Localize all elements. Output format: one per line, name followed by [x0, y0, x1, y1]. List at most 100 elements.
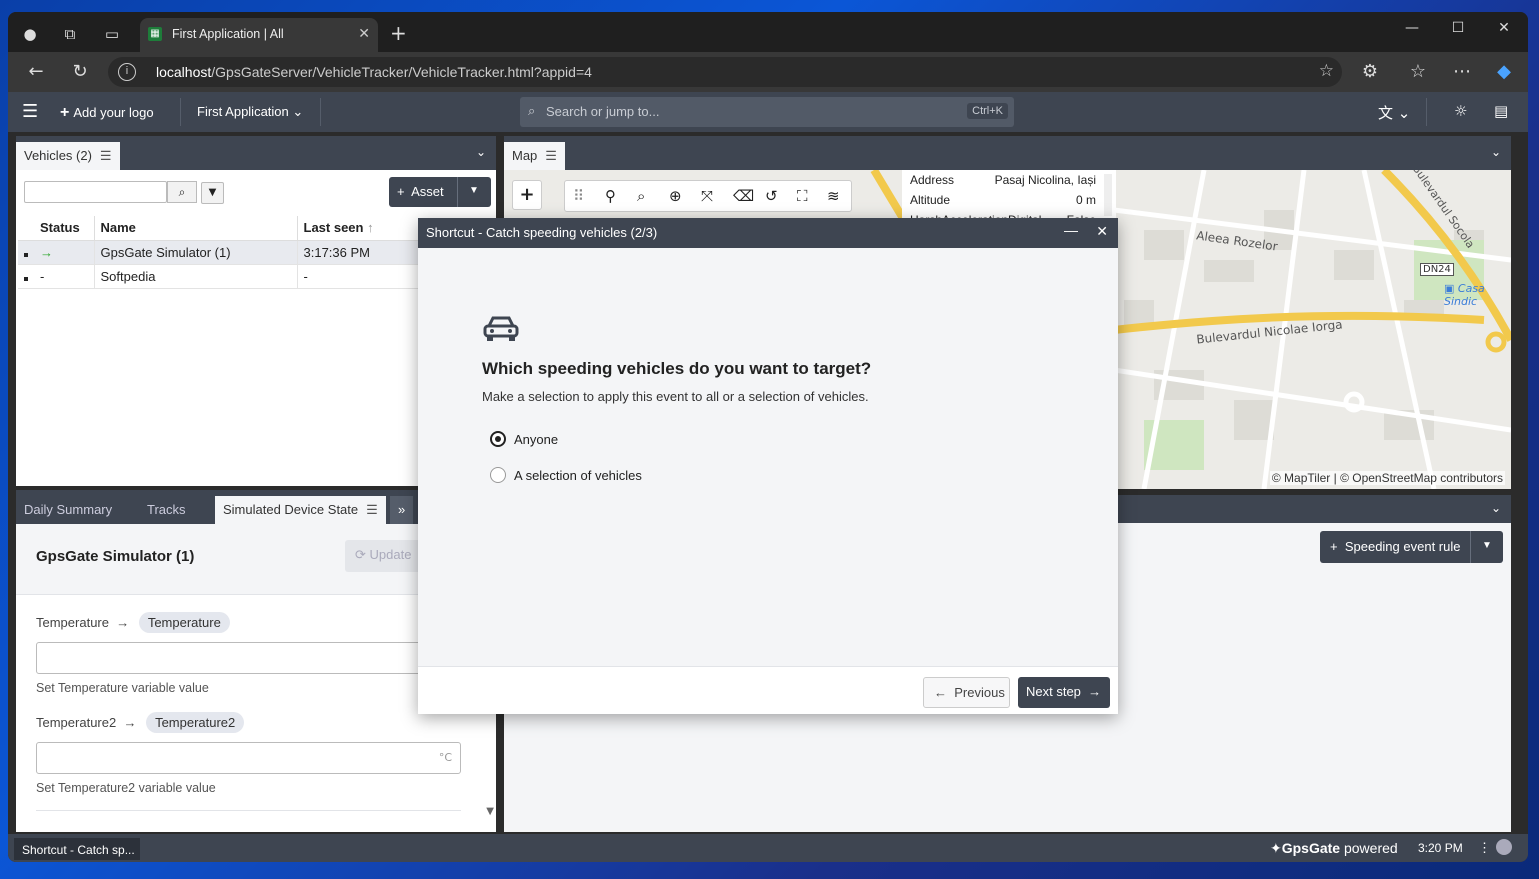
lightbulb-icon[interactable]: ☼ [1454, 102, 1467, 120]
panel-chevron-icon[interactable]: ⌄ [476, 145, 486, 159]
workspaces-icon[interactable]: ⧉ [58, 22, 82, 46]
radio-label[interactable]: A selection of vehicles [514, 468, 642, 483]
table-row[interactable]: - Softpedia - [18, 264, 437, 289]
dialog-title: Shortcut - Catch speeding vehicles (2/3) [426, 225, 658, 240]
map-pin-icon[interactable]: ⚲ [605, 187, 616, 205]
fullscreen-icon[interactable]: ⛶ [797, 187, 808, 205]
add-logo-button[interactable]: + Add your logo [60, 104, 154, 122]
copilot-icon[interactable]: ◆ [1492, 60, 1516, 84]
close-tab-icon[interactable]: ✕ [358, 25, 370, 42]
radio-selection-of-vehicles[interactable] [490, 467, 506, 483]
field-help: Set Temperature2 variable value [36, 781, 216, 795]
search-icon[interactable]: ⌕ [637, 187, 645, 205]
panel-chevron-icon[interactable]: ⌄ [1491, 145, 1501, 159]
url-text: localhost/GpsGateServer/VehicleTracker/V… [156, 64, 592, 80]
variable-chip: Temperature2 [146, 712, 245, 733]
dialog-header[interactable]: Shortcut - Catch speeding vehicles (2/3)… [418, 218, 1118, 248]
fit-extent-icon[interactable]: ⤧ [701, 187, 713, 205]
caret-down-icon[interactable]: ▼ [469, 185, 479, 196]
new-tab-icon[interactable]: + [390, 22, 407, 44]
site-info-icon[interactable]: i [118, 63, 136, 81]
next-step-button[interactable]: Next step → [1018, 677, 1110, 708]
more-tabs-icon[interactable]: » [390, 496, 414, 524]
add-asset-button[interactable]: + Asset ▼ [389, 177, 491, 207]
tab-daily-summary[interactable]: Daily Summary [16, 496, 120, 524]
status-bar: Shortcut - Catch sp... ✦GpsGate powered … [8, 834, 1528, 862]
maximize-icon[interactable]: ☐ [1446, 20, 1470, 36]
radio-anyone[interactable] [490, 431, 506, 447]
more-vertical-icon[interactable]: ⋮ [1478, 840, 1491, 856]
language-icon[interactable]: 文 ⌄ [1378, 102, 1410, 123]
avatar[interactable] [1496, 839, 1512, 855]
hamburger-icon[interactable]: ☰ [545, 148, 557, 163]
extensions-icon[interactable]: ⚙ [1358, 60, 1382, 84]
more-icon[interactable]: ⋯ [1450, 60, 1474, 84]
close-icon[interactable]: ✕ [1096, 223, 1108, 240]
radio-label[interactable]: Anyone [514, 432, 558, 447]
table-row[interactable]: → GpsGate Simulator (1) 3:17:36 PM [18, 240, 437, 265]
poi-label: ▣ Casa Sindic [1444, 282, 1485, 308]
caret-down-icon[interactable]: ▼ [1482, 540, 1492, 551]
profile-icon[interactable]: ● [18, 22, 42, 46]
search-input[interactable]: ⌕ Search or jump to... Ctrl+K [520, 97, 1014, 127]
previous-button[interactable]: ← Previous [923, 677, 1010, 708]
tab-title: First Application | All [172, 27, 284, 41]
address-bar[interactable]: i localhost/GpsGateServer/VehicleTracker… [108, 57, 1342, 87]
column-last-seen[interactable]: Last seen ↑ [297, 216, 437, 241]
inbox-icon[interactable]: ▤ [1494, 102, 1508, 120]
scrollbar[interactable] [1104, 174, 1112, 216]
hamburger-icon[interactable]: ☰ [100, 148, 112, 163]
dialog-subtitle: Make a selection to apply this event to … [482, 389, 869, 404]
dialog-question: Which speeding vehicles do you want to t… [482, 359, 872, 378]
temperature-input[interactable] [36, 642, 461, 674]
undo-icon[interactable]: ↺ [765, 187, 778, 205]
scroll-down-icon[interactable]: ▼ [486, 806, 494, 817]
field-help: Set Temperature variable value [36, 681, 209, 695]
search-button[interactable]: ⌕ [167, 181, 197, 203]
zoom-in-icon[interactable]: ⊕ [669, 187, 682, 205]
minimize-icon[interactable]: — [1400, 20, 1424, 36]
tab-actions-icon[interactable]: ▭ [100, 22, 124, 46]
eraser-icon[interactable]: ⌫ [733, 187, 754, 205]
filter-dropdown[interactable]: ▼ [201, 182, 224, 204]
browser-tab-active[interactable]: ▦ First Application | All ✕ [140, 18, 378, 52]
variable-chip: Temperature [138, 612, 230, 633]
back-icon[interactable]: ← [24, 60, 48, 84]
refresh-icon[interactable]: ↻ [68, 60, 92, 84]
favicon-icon: ▦ [148, 27, 162, 41]
sort-arrow-icon: ↑ [367, 220, 374, 236]
panel-chevron-icon[interactable]: ⌄ [1491, 501, 1501, 515]
tab-map[interactable]: Map ☰ [504, 142, 565, 170]
vehicle-search-input[interactable] [24, 181, 167, 203]
dialog-footer: ← Previous Next step → [418, 666, 1118, 714]
drag-handle-icon[interactable]: ⠿ [573, 187, 584, 205]
car-icon [483, 316, 519, 341]
favorite-star-icon[interactable]: ☆ [1319, 61, 1334, 81]
search-icon: ⌕ [178, 185, 186, 199]
device-title: GpsGate Simulator (1) [36, 548, 195, 565]
field-label: Temperature → Temperature [36, 612, 230, 633]
column-name[interactable]: Name [94, 216, 298, 241]
zoom-in-button[interactable]: + [512, 180, 542, 210]
minimized-dialog-chip[interactable]: Shortcut - Catch sp... [14, 838, 140, 860]
update-button[interactable]: ⟳ Update [345, 540, 425, 572]
minimize-icon[interactable]: — [1064, 222, 1078, 238]
tab-tracks[interactable]: Tracks [139, 496, 194, 524]
poi-icon: ▣ [1444, 282, 1455, 295]
vehicle-info-box: Address Pasaj Nicolina, Iași Altitude 0 … [902, 170, 1116, 220]
field-label: Temperature2 → Temperature2 [36, 712, 245, 733]
speeding-event-rule-button[interactable]: + Speeding event rule ▼ [1320, 531, 1503, 563]
plus-icon: + [397, 184, 405, 199]
favorites-icon[interactable]: ☆ [1406, 60, 1430, 84]
close-window-icon[interactable]: ✕ [1492, 20, 1516, 36]
map-attribution: © MapTiler | © OpenStreetMap contributor… [1269, 471, 1505, 485]
menu-icon[interactable]: ☰ [22, 102, 38, 122]
clock: 3:20 PM [1418, 841, 1463, 855]
layers-icon[interactable]: ≋ [827, 187, 840, 205]
temperature2-input[interactable]: °C [36, 742, 461, 774]
column-status[interactable]: Status [34, 216, 95, 241]
app-selector[interactable]: First Application ⌄ [197, 104, 303, 120]
tab-simulated-device-state[interactable]: Simulated Device State ☰ [215, 496, 386, 524]
tab-vehicles[interactable]: Vehicles (2) ☰ [16, 142, 120, 170]
hamburger-icon[interactable]: ☰ [366, 502, 378, 517]
